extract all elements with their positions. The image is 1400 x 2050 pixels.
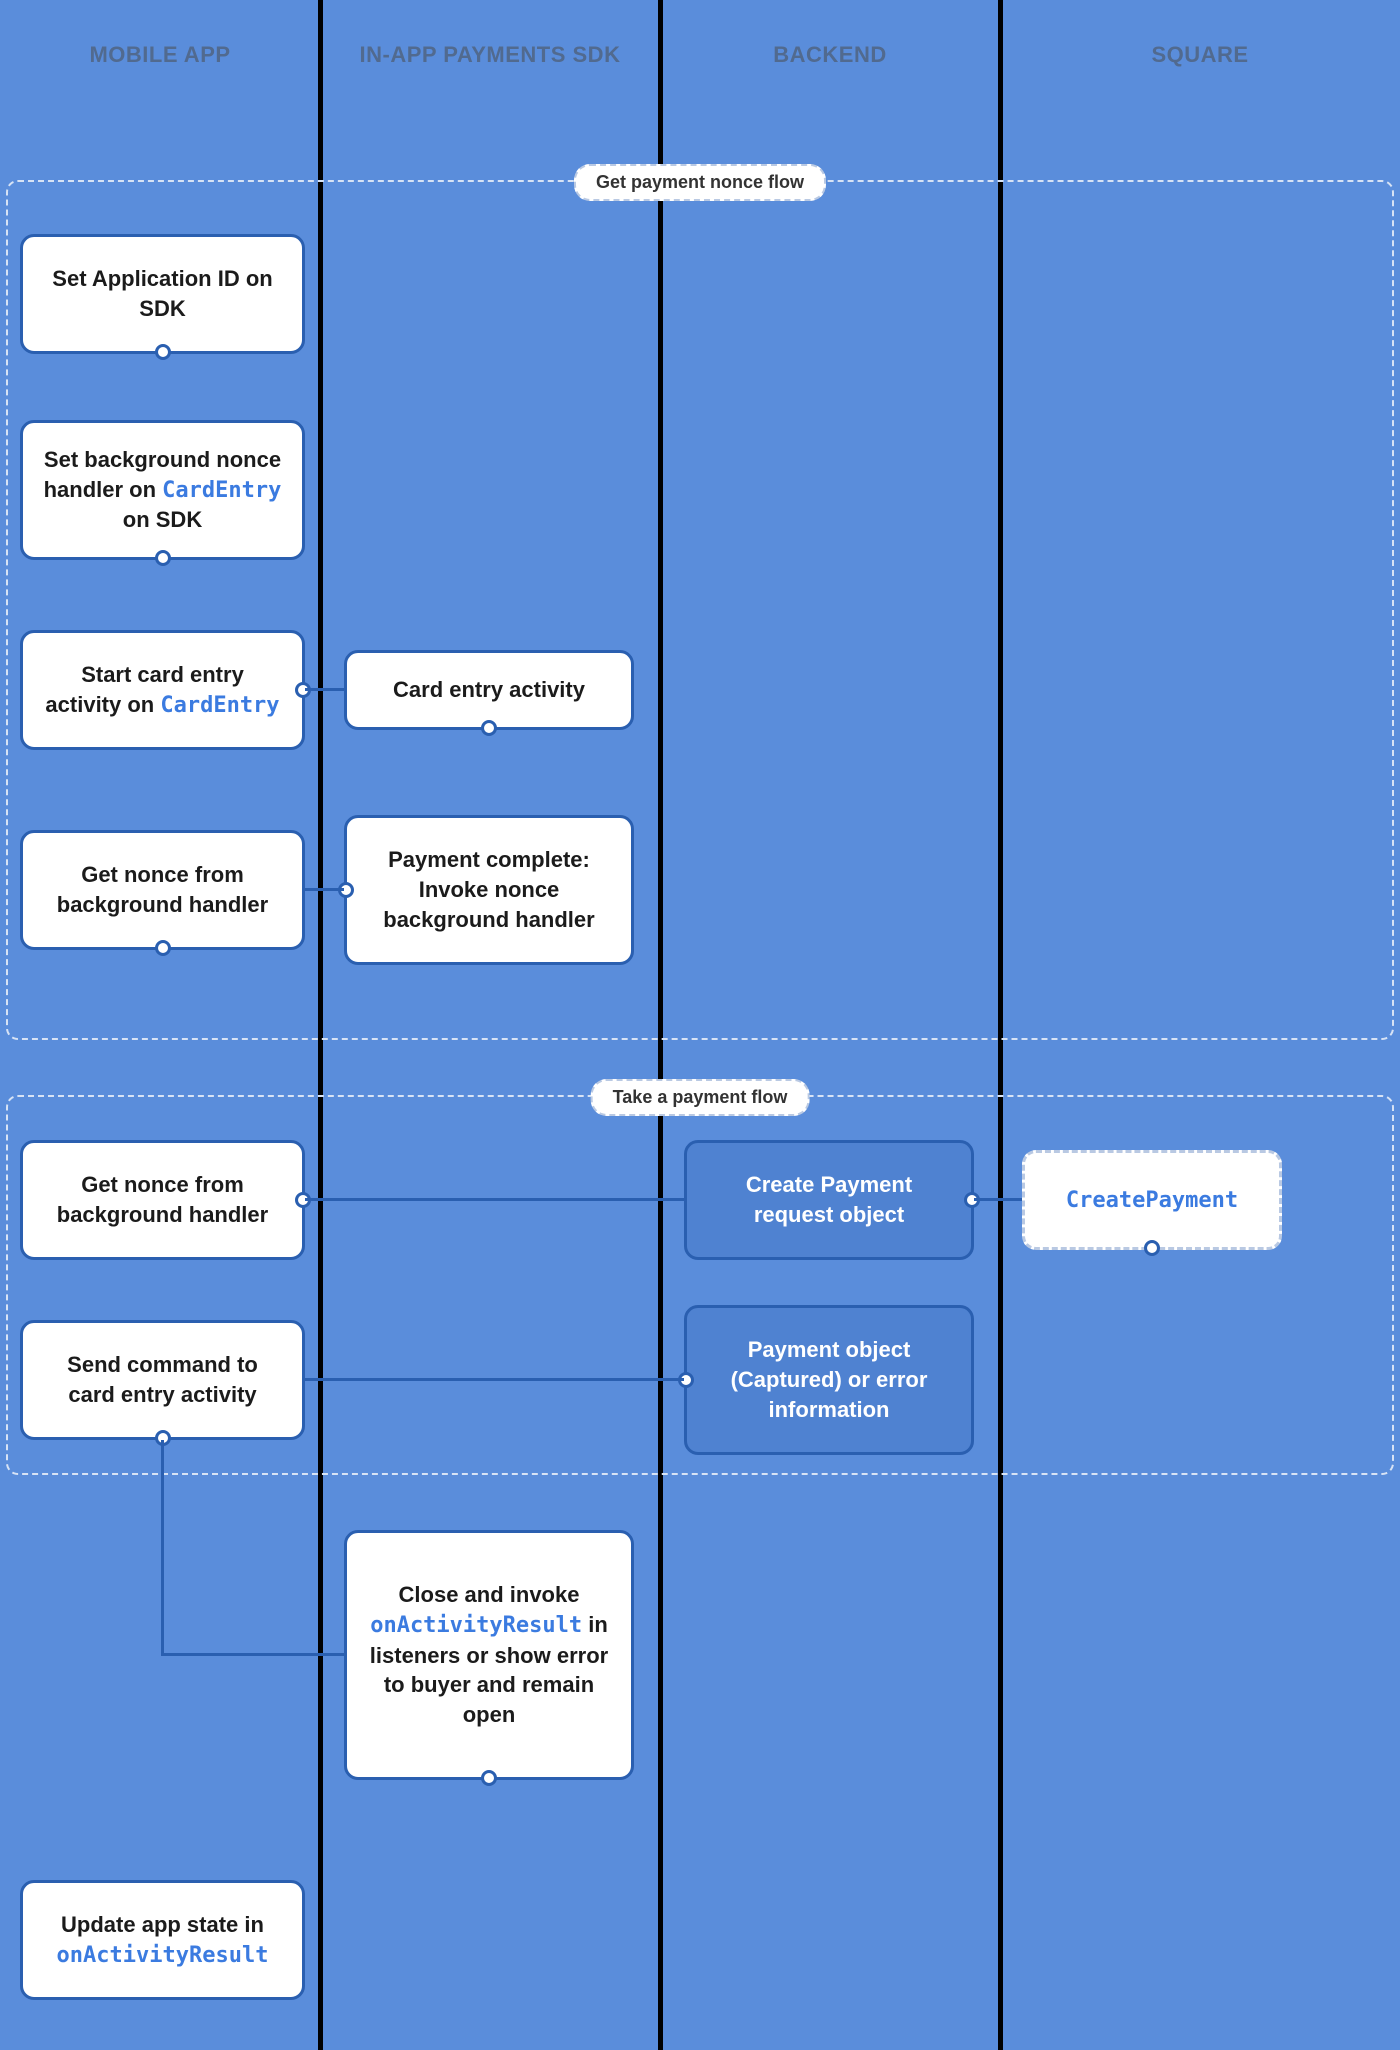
card-set-bg-handler: Set background nonce handler on CardEntr… xyxy=(20,420,305,560)
card-start-card-entry: Start card entry activity on CardEntry xyxy=(20,630,305,750)
card-create-payment-request: Create Payment request object xyxy=(684,1140,974,1260)
card-payment-object: Payment object (Captured) or error infor… xyxy=(684,1305,974,1455)
card-entry-activity: Card entry activity xyxy=(344,650,634,730)
lane-header-square: SQUARE xyxy=(1000,0,1400,110)
card-send-command: Send command to card entry activity xyxy=(20,1320,305,1440)
card-set-app-id: Set Application ID on SDK xyxy=(20,234,305,354)
connector-line xyxy=(305,1198,684,1201)
connector-line xyxy=(305,1378,684,1381)
connector-dot xyxy=(481,720,497,736)
connector-line xyxy=(974,1198,1022,1201)
card-get-nonce-1: Get nonce from background handler xyxy=(20,830,305,950)
connector-dot xyxy=(155,550,171,566)
connector-dot xyxy=(481,1770,497,1786)
flow-label-nonce: Get payment nonce flow xyxy=(574,164,826,201)
connector-dot xyxy=(155,940,171,956)
connector-line xyxy=(161,1440,164,1655)
lane-header-backend: BACKEND xyxy=(660,0,1000,110)
connector-line xyxy=(161,1653,344,1656)
card-close-invoke: Close and invoke onActivityResult in lis… xyxy=(344,1530,634,1780)
connector-line xyxy=(305,888,344,891)
lane-header-mobile: MOBILE APP xyxy=(0,0,320,110)
lane-header-sdk: IN-APP PAYMENTS SDK xyxy=(320,0,660,110)
card-payment-complete: Payment complete: Invoke nonce backgroun… xyxy=(344,815,634,965)
card-get-nonce-2: Get nonce from background handler xyxy=(20,1140,305,1260)
card-create-payment-api: CreatePayment xyxy=(1022,1150,1282,1250)
connector-dot xyxy=(155,344,171,360)
connector-dot xyxy=(1144,1240,1160,1256)
flow-label-payment: Take a payment flow xyxy=(591,1079,810,1116)
card-update-app-state: Update app state in onActivityResult xyxy=(20,1880,305,2000)
connector-line xyxy=(305,688,344,691)
